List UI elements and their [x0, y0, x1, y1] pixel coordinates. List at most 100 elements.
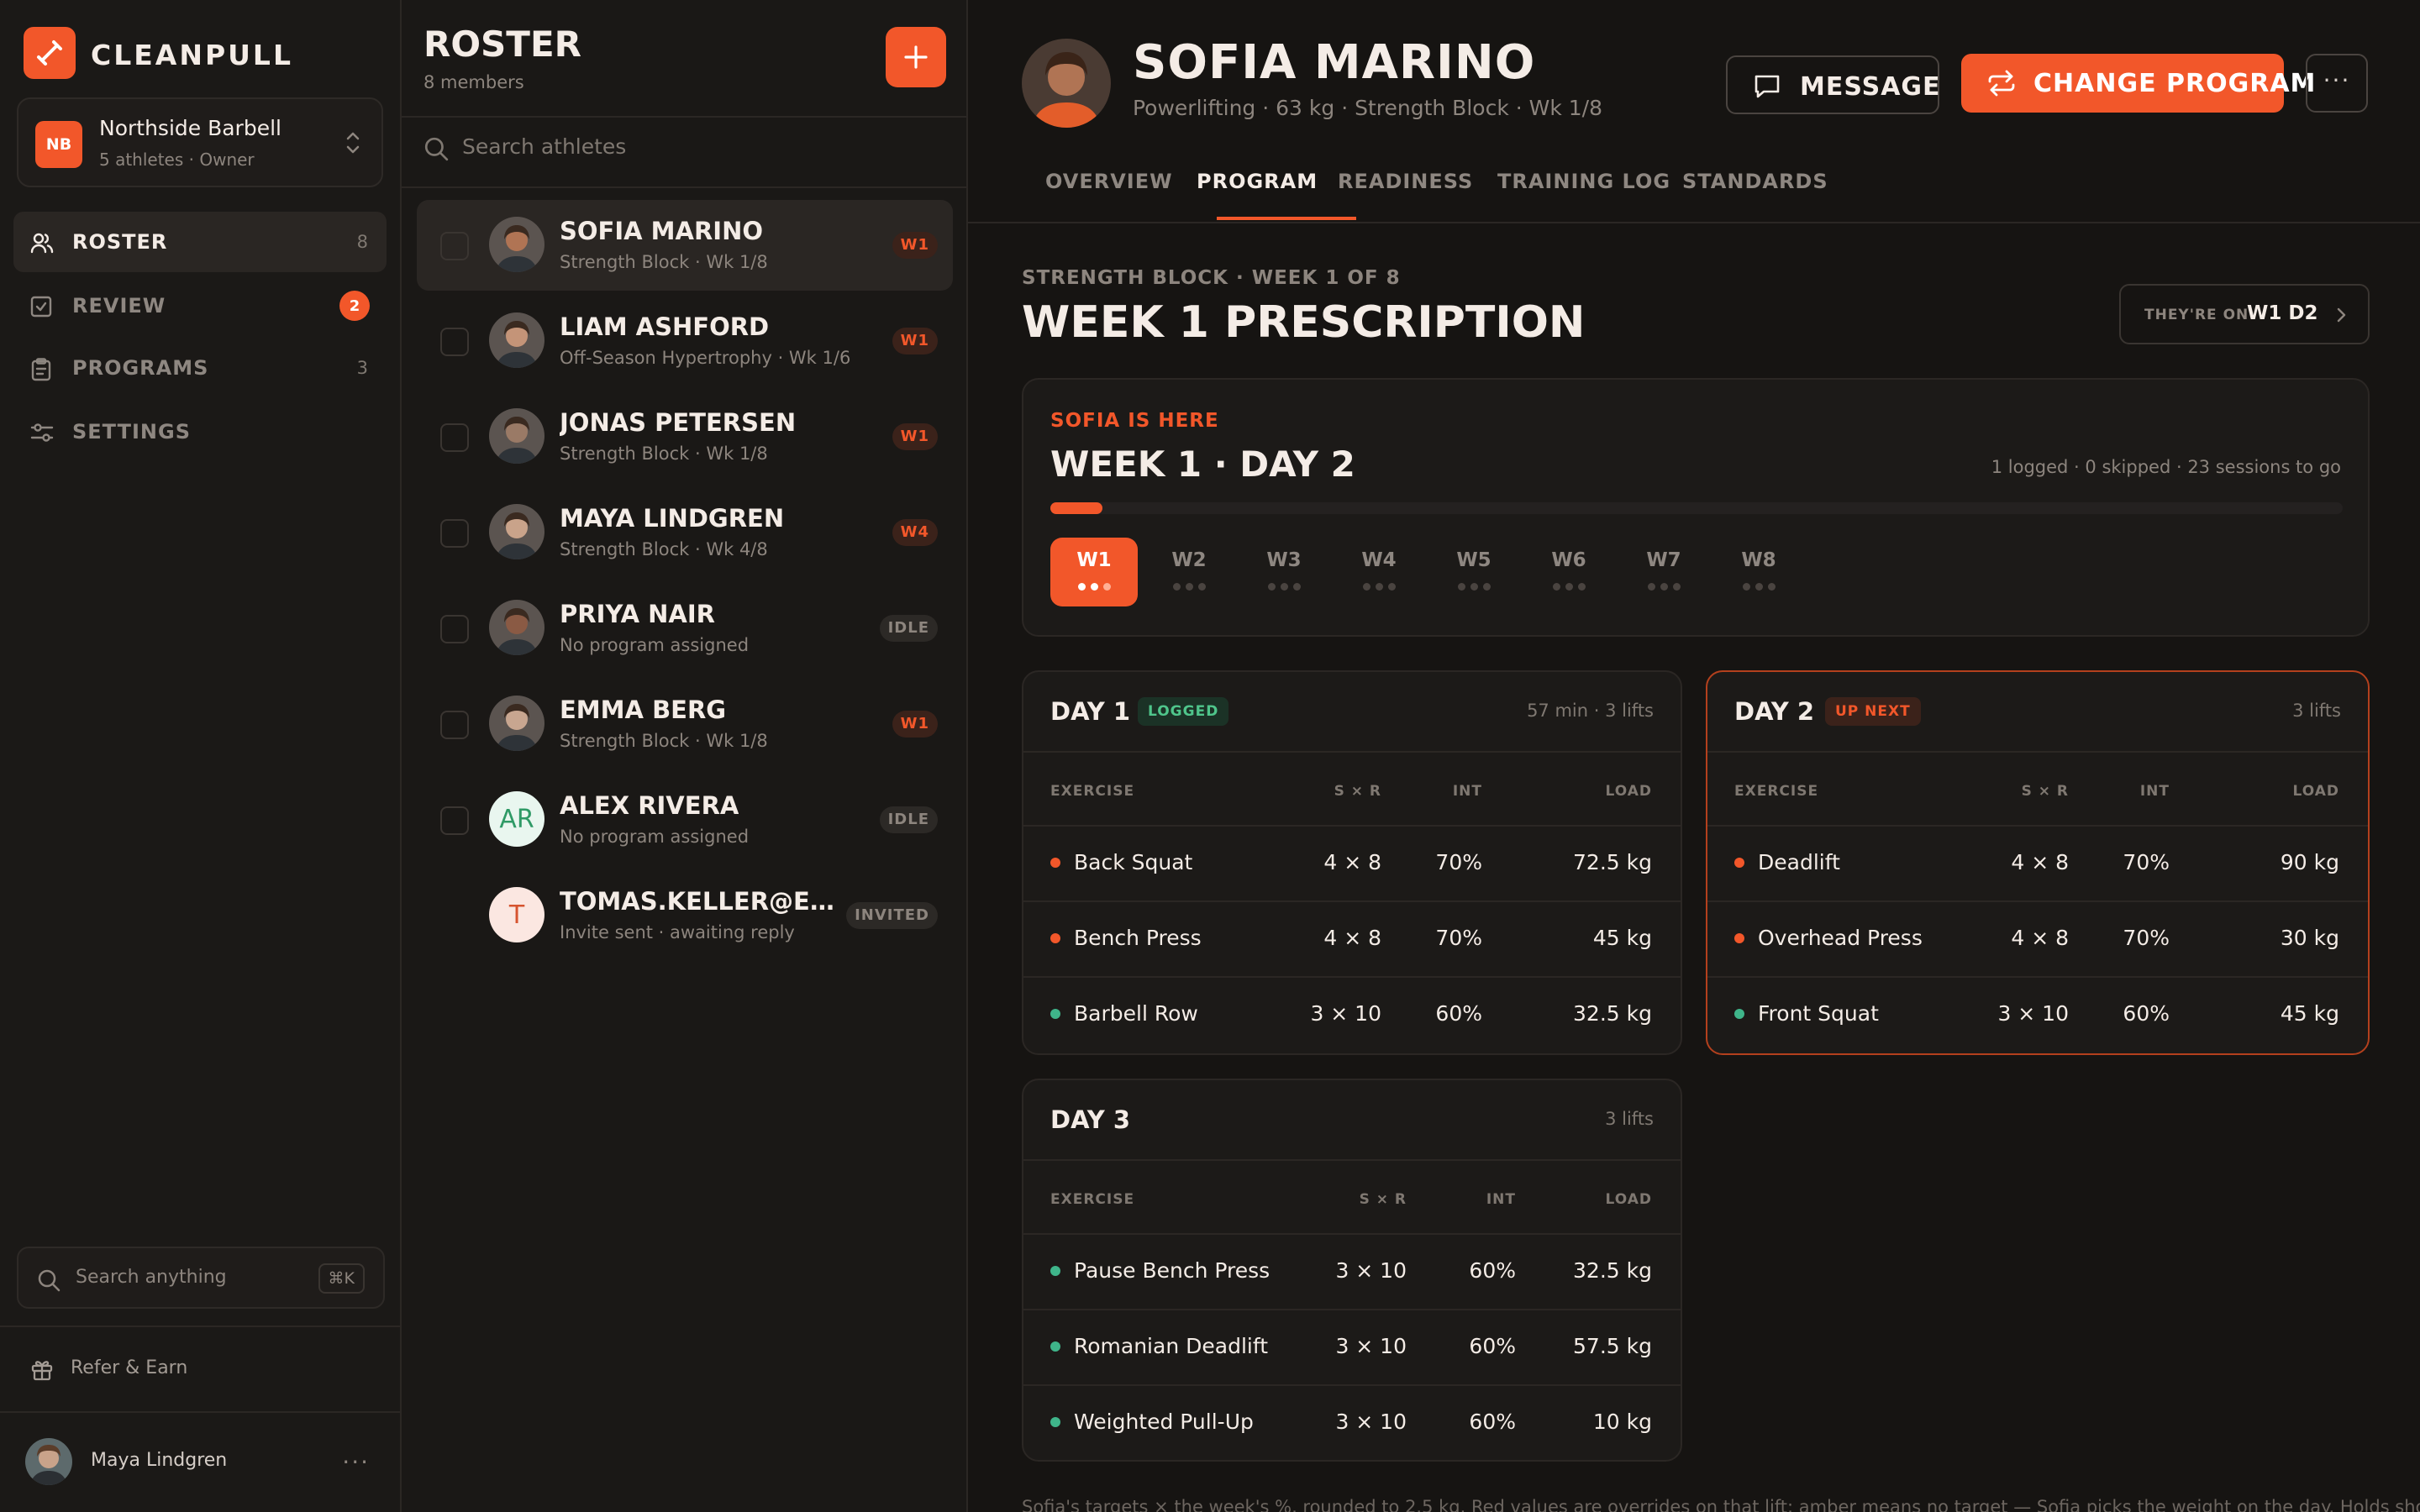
exercise-name[interactable]: Pause Bench Press	[1074, 1258, 1270, 1283]
nav-settings[interactable]: SETTINGS	[13, 402, 387, 462]
global-search[interactable]: Search anything ⌘K	[17, 1247, 385, 1309]
week-label: W2	[1171, 549, 1207, 571]
exercise-type-dot	[1050, 933, 1060, 943]
week-chip[interactable]: W7	[1620, 538, 1707, 606]
exercise-name[interactable]: Barbell Row	[1074, 1001, 1198, 1026]
roster-row[interactable]: SOFIA MARINO Strength Block · Wk 1/8 W1	[417, 200, 953, 291]
day-dot	[1077, 583, 1086, 591]
exercise-type-dot	[1050, 858, 1060, 868]
nav-label: SETTINGS	[72, 420, 191, 444]
week-chip[interactable]: W3	[1240, 538, 1328, 606]
theyre-on-button[interactable]: THEY'RE ON W1 D2	[2119, 284, 2370, 344]
day-dot	[1647, 583, 1655, 591]
week-chip[interactable]: W1	[1050, 538, 1138, 606]
roster-row[interactable]: T TOMAS.KELLER@EXAMPL... Invite sent · awa…	[417, 870, 953, 961]
week-chip[interactable]: W8	[1715, 538, 1802, 606]
exercise-name[interactable]: Bench Press	[1074, 926, 1202, 950]
intensity: 60%	[1469, 1334, 1516, 1358]
exercise-name[interactable]: Romanian Deadlift	[1074, 1334, 1268, 1358]
day-dot	[1577, 583, 1586, 591]
row-checkbox[interactable]	[440, 232, 469, 260]
user-menu-more-icon[interactable]: ···	[342, 1448, 370, 1476]
day-dot	[1470, 583, 1478, 591]
load: 10 kg	[1592, 1410, 1652, 1434]
exercise-name[interactable]: Overhead Press	[1758, 926, 1923, 950]
day-dots	[1620, 583, 1707, 591]
tab-overview[interactable]: OVERVIEW	[1045, 170, 1173, 193]
divider	[968, 222, 2420, 223]
active-tab-indicator	[1217, 217, 1356, 220]
sets-reps: 4 × 8	[1323, 850, 1381, 874]
athlete-avatar: T	[489, 887, 544, 942]
divider	[1023, 825, 1681, 827]
week-chip[interactable]: W4	[1335, 538, 1423, 606]
workspace-switcher[interactable]: NB Northside Barbell 5 athletes · Owner	[17, 97, 383, 187]
workspace-sub: 5 athletes · Owner	[99, 150, 255, 170]
exercise-name[interactable]: Front Squat	[1758, 1001, 1879, 1026]
roster-row[interactable]: LIAM ASHFORD Off-Season Hypertrophy · Wk …	[417, 296, 953, 386]
col-exercise: EXERCISE	[1734, 783, 1819, 800]
day-dot	[1754, 583, 1763, 591]
row-checkbox[interactable]	[440, 519, 469, 548]
day-dot	[1742, 583, 1750, 591]
row-checkbox[interactable]	[440, 806, 469, 835]
day-dots	[1335, 583, 1423, 591]
tab-readiness[interactable]: READINESS	[1338, 170, 1473, 193]
week-chip[interactable]: W5	[1430, 538, 1518, 606]
nav-review[interactable]: REVIEW 2	[13, 276, 387, 336]
change-program-button[interactable]: CHANGE PROGRAM	[1961, 54, 2315, 113]
athlete-name: LIAM ASHFORD	[560, 312, 770, 341]
cleanpull-logo-icon[interactable]	[24, 27, 76, 79]
intensity: 60%	[1435, 1001, 1482, 1026]
load: 45 kg	[2280, 1001, 2339, 1026]
col-sets-reps: S × R	[2021, 783, 2069, 800]
workspace-name: Northside Barbell	[99, 116, 281, 140]
tab-program[interactable]: PROGRAM	[1197, 170, 1318, 193]
tab-standards[interactable]: STANDARDS	[1682, 170, 1828, 193]
day-meta: 57 min · 3 lifts	[1527, 701, 1654, 721]
week-chip[interactable]: W2	[1145, 538, 1233, 606]
athlete-avatar	[489, 504, 544, 559]
more-options-icon[interactable]: ···	[2306, 54, 2368, 113]
add-athlete-button[interactable]	[886, 27, 946, 87]
athlete-avatar	[489, 217, 544, 272]
col-intensity: INT	[1486, 1191, 1516, 1208]
exercise-name[interactable]: Deadlift	[1758, 850, 1840, 874]
athlete-search-placeholder: Search athletes	[462, 134, 627, 159]
day-dot	[1565, 583, 1573, 591]
col-sets-reps: S × R	[1334, 783, 1381, 800]
exercise-type-dot	[1050, 1009, 1060, 1019]
theyre-on-label: THEY'RE ON	[2144, 307, 2249, 323]
week-label: W7	[1646, 549, 1681, 571]
roster-row[interactable]: EMMA BERG Strength Block · Wk 1/8 W1	[417, 679, 953, 769]
roster-row[interactable]: AR ALEX RIVERA No program assigned IDLE	[417, 774, 953, 865]
roster-row[interactable]: JONAS PETERSEN Strength Block · Wk 1/8 W1	[417, 391, 953, 482]
message-button[interactable]: MESSAGE	[1726, 55, 1940, 114]
row-checkbox[interactable]	[440, 328, 469, 356]
day-meta: 3 lifts	[1605, 1109, 1654, 1129]
nav-label: PROGRAMS	[72, 356, 209, 380]
divider	[1023, 1233, 1681, 1235]
exercise-name[interactable]: Weighted Pull-Up	[1074, 1410, 1254, 1434]
day-dot	[1767, 583, 1776, 591]
program-progress-bar	[1050, 502, 2343, 514]
roster-row[interactable]: PRIYA NAIR No program assigned IDLE	[417, 583, 953, 674]
athlete-name: PRIYA NAIR	[560, 600, 715, 628]
nav-roster[interactable]: ROSTER 8	[13, 212, 387, 272]
exercise-name[interactable]: Back Squat	[1074, 850, 1192, 874]
athlete-program: Strength Block · Wk 1/8	[560, 252, 768, 272]
tab-training-log[interactable]: TRAINING LOG	[1497, 170, 1670, 193]
intensity: 60%	[2123, 1001, 2170, 1026]
day-dot	[1102, 583, 1111, 591]
chevron-updown-icon	[346, 132, 360, 154]
row-checkbox[interactable]	[440, 615, 469, 643]
athlete-name: SOFIA MARINO	[560, 217, 764, 245]
row-checkbox[interactable]	[440, 423, 469, 452]
roster-row[interactable]: MAYA LINDGREN Strength Block · Wk 4/8 W4	[417, 487, 953, 578]
divider	[1707, 751, 2368, 753]
row-checkbox[interactable]	[440, 711, 469, 739]
nav-programs[interactable]: PROGRAMS 3	[13, 338, 387, 398]
athlete-name: MAYA LINDGREN	[560, 504, 785, 533]
user-avatar[interactable]	[25, 1438, 72, 1485]
week-chip[interactable]: W6	[1525, 538, 1612, 606]
